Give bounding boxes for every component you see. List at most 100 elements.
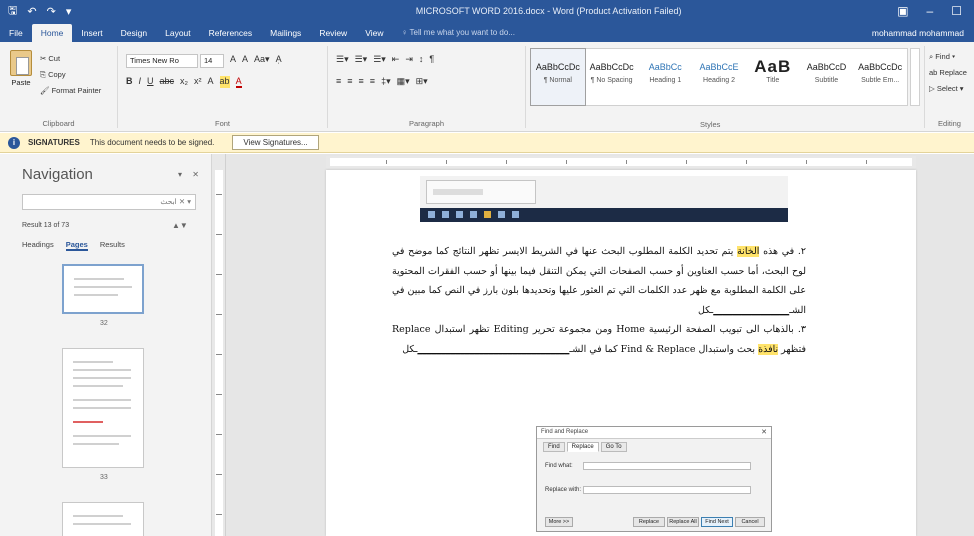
tab-layout[interactable]: Layout bbox=[156, 24, 200, 42]
borders-button[interactable]: ⊞▾ bbox=[416, 76, 428, 87]
tab-home[interactable]: Home bbox=[31, 24, 73, 42]
clear-formatting-button[interactable]: Ạ bbox=[276, 54, 282, 65]
align-right-button[interactable]: ≡ bbox=[359, 76, 364, 87]
tab-review[interactable]: Review bbox=[310, 24, 356, 42]
superscript-button[interactable]: x² bbox=[194, 76, 202, 88]
tell-me-search[interactable]: ♀ Tell me what you want to do... bbox=[392, 24, 523, 42]
style-no-spacing[interactable]: AaBbCcDc ¶ No Spacing bbox=[585, 49, 639, 105]
dialog-title: Find and Replace ✕ bbox=[537, 427, 771, 439]
paste-button[interactable]: Paste bbox=[6, 50, 36, 94]
select-button[interactable]: ▷ Select ▾ bbox=[929, 84, 964, 93]
tab-mailings[interactable]: Mailings bbox=[261, 24, 310, 42]
multilevel-list-button[interactable]: ☰▾ bbox=[373, 54, 386, 65]
style-title[interactable]: AaB Title bbox=[746, 49, 800, 105]
paragraph-group-label: Paragraph bbox=[408, 119, 445, 128]
replace-with-label: Replace with: bbox=[545, 487, 582, 493]
close-icon: ✕ bbox=[761, 429, 767, 436]
user-account[interactable]: mohammad mohammad bbox=[862, 24, 974, 42]
text-run: فتظهر bbox=[778, 343, 806, 355]
text-effects-button[interactable]: A bbox=[208, 76, 214, 88]
style-heading-1[interactable]: AaBbCc Heading 1 bbox=[638, 49, 692, 105]
find-button[interactable]: ⌕ Find ▾ bbox=[929, 52, 955, 62]
tab-design[interactable]: Design bbox=[112, 24, 156, 42]
decrease-indent-button[interactable]: ⇤ bbox=[392, 54, 400, 65]
tab-references[interactable]: References bbox=[200, 24, 261, 42]
tab-file[interactable]: File bbox=[0, 24, 32, 42]
font-group: Times New Ro 14 A A Aa▾ Ạ B I U abc x₂ x… bbox=[118, 46, 328, 128]
line-spacing-button[interactable]: ‡▾ bbox=[381, 76, 391, 87]
text-run: ومن مجموعة تحرير bbox=[528, 324, 617, 335]
style-name: Title bbox=[766, 77, 780, 84]
sort-button[interactable]: ↕ bbox=[419, 54, 424, 65]
align-left-button[interactable]: ≡ bbox=[336, 76, 341, 87]
navigation-tabs: Headings Pages Results bbox=[22, 240, 125, 251]
minimize-button[interactable]: – bbox=[927, 4, 934, 18]
title-bar: 🖫 ↶ ↷ ▾ MICROSOFT WORD 2016.docx - Word … bbox=[0, 0, 974, 22]
page-thumbnail[interactable] bbox=[62, 348, 144, 468]
bullets-button[interactable]: ☰▾ bbox=[336, 54, 349, 65]
grow-font-button[interactable]: A bbox=[230, 54, 236, 65]
navigation-title: Navigation bbox=[22, 166, 93, 183]
clipboard-group-label: Clipboard bbox=[42, 119, 75, 128]
change-case-button[interactable]: Aa▾ bbox=[254, 54, 270, 65]
paragraph-step-3[interactable]: ٣. بالذهاب الى تبويب الصفحة الرئيسية Hom… bbox=[392, 320, 806, 359]
page-thumbnails: 32 33 bbox=[22, 264, 208, 536]
font-size-box[interactable]: 14 bbox=[200, 54, 224, 68]
undo-icon[interactable]: ↶ bbox=[27, 5, 36, 18]
nav-tab-headings[interactable]: Headings bbox=[22, 240, 54, 251]
ribbon-display-options-button[interactable]: ▣ bbox=[897, 4, 908, 18]
result-nav-arrows[interactable]: ▲▼ bbox=[172, 221, 188, 230]
style-normal[interactable]: AaBbCcDc ¶ Normal bbox=[530, 48, 586, 106]
text-run: Find & Replace bbox=[620, 343, 696, 355]
dialog-cancel-button: Cancel bbox=[735, 517, 765, 527]
nav-tab-pages[interactable]: Pages bbox=[65, 240, 88, 251]
view-signatures-button[interactable]: View Signatures... bbox=[232, 135, 319, 150]
strikethrough-button[interactable]: abc bbox=[160, 76, 175, 88]
justify-button[interactable]: ≡ bbox=[370, 76, 375, 87]
underline-button[interactable]: U bbox=[147, 76, 154, 88]
page-thumbnail[interactable] bbox=[62, 502, 144, 536]
styles-group-label: Styles bbox=[700, 120, 721, 129]
show-formatting-button[interactable]: ¶ bbox=[429, 54, 434, 65]
save-icon[interactable]: 🖫 bbox=[8, 2, 17, 21]
format-painter-button[interactable]: 🖌 Format Painter bbox=[40, 86, 101, 95]
dialog-tabs: Find Replace Go To bbox=[537, 439, 771, 452]
font-name-box[interactable]: Times New Ro bbox=[126, 54, 198, 68]
italic-button[interactable]: I bbox=[139, 76, 142, 88]
center-button[interactable]: ≡ bbox=[347, 76, 352, 87]
increase-indent-button[interactable]: ⇥ bbox=[405, 54, 413, 65]
page-thumbnail[interactable] bbox=[62, 264, 144, 314]
dialog-tab-replace: Replace bbox=[566, 442, 599, 452]
shading-button[interactable]: ▦▾ bbox=[397, 76, 410, 87]
cut-button[interactable]: ✂ Cut bbox=[40, 54, 60, 63]
copy-button[interactable]: ⎘ Copy bbox=[40, 70, 66, 80]
navigation-pane-options[interactable]: ▾ ✕ bbox=[178, 170, 203, 179]
text-run: ٢. في هذه bbox=[759, 246, 806, 257]
maximize-button[interactable]: ☐ bbox=[951, 4, 962, 18]
style-heading-2[interactable]: AaBbCcE Heading 2 bbox=[692, 49, 746, 105]
tab-view[interactable]: View bbox=[356, 24, 392, 42]
tab-insert[interactable]: Insert bbox=[72, 24, 111, 42]
highlight-color-button[interactable]: ab bbox=[219, 76, 230, 88]
document-page[interactable]: ٢. في هذه الخانة يتم تحديد الكلمة المطلو… bbox=[326, 170, 916, 536]
paste-icon bbox=[10, 50, 32, 76]
navigation-search-input[interactable]: ابحث ✕ ▾ bbox=[22, 194, 196, 210]
replace-button[interactable]: ab Replace bbox=[929, 68, 967, 77]
text-run: Home bbox=[616, 324, 645, 335]
clear-search-icon[interactable]: ✕ ▾ bbox=[179, 197, 191, 206]
style-subtle-emphasis[interactable]: AaBbCcDc Subtle Em... bbox=[853, 49, 907, 105]
shrink-font-button[interactable]: A bbox=[242, 54, 248, 65]
text-run: Editing bbox=[493, 324, 529, 335]
style-subtitle[interactable]: AaBbCcD Subtitle bbox=[800, 49, 854, 105]
bold-button[interactable]: B bbox=[126, 76, 133, 88]
numbering-button[interactable]: ☰▾ bbox=[355, 54, 368, 65]
nav-tab-results[interactable]: Results bbox=[100, 240, 125, 251]
quick-access-toolbar: 🖫 ↶ ↷ ▾ bbox=[0, 2, 200, 21]
redo-icon[interactable]: ↷ bbox=[47, 5, 56, 18]
paragraph-step-2[interactable]: ٢. في هذه الخانة يتم تحديد الكلمة المطلو… bbox=[392, 242, 806, 320]
subscript-button[interactable]: x₂ bbox=[180, 76, 188, 88]
text-run: ـكل bbox=[402, 343, 418, 355]
styles-gallery-scroll[interactable] bbox=[910, 48, 920, 106]
customize-qat-button[interactable]: ▾ bbox=[66, 5, 72, 18]
font-color-button[interactable]: A bbox=[235, 76, 242, 88]
